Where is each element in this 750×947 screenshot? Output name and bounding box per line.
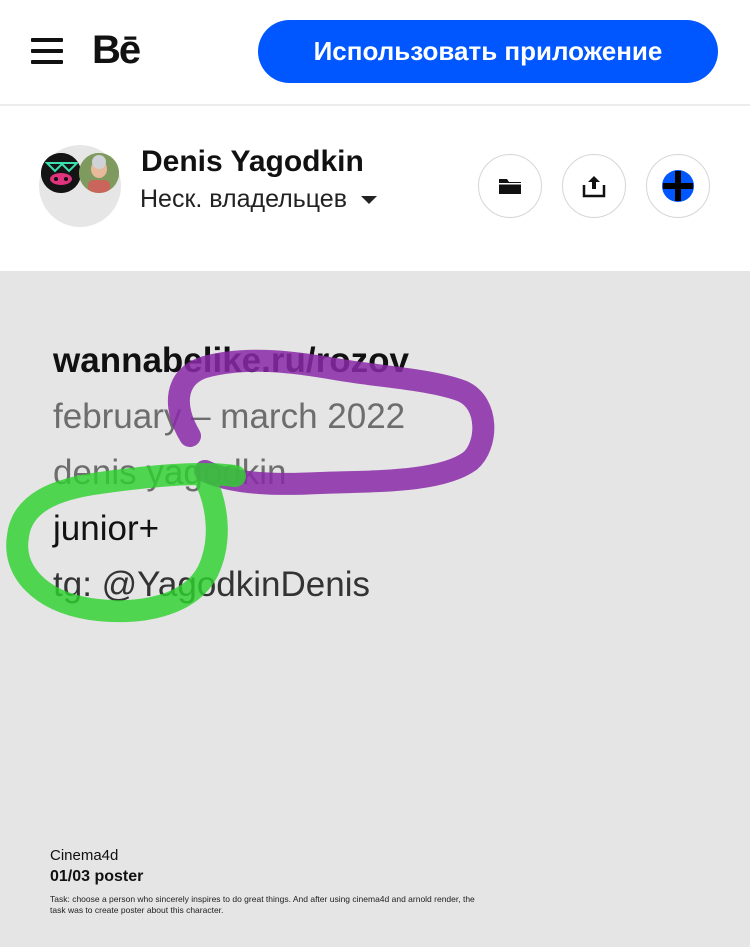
- owners-label: Неск. владельцев: [140, 185, 347, 213]
- poster-part-text: 01/03 poster: [50, 868, 144, 885]
- folder-icon: [499, 179, 521, 194]
- project-poster-image[interactable]: wannabelike.ru/rozov february – march 20…: [0, 271, 750, 947]
- avatar: [79, 153, 119, 193]
- poster-author-text: denis yagodkin: [53, 453, 287, 492]
- use-app-button[interactable]: Использовать приложение: [258, 20, 718, 83]
- share-button[interactable]: [562, 154, 626, 218]
- poster-url-text: wannabelike.ru/rozov: [53, 341, 409, 380]
- follow-button[interactable]: [646, 154, 710, 218]
- poster-telegram-text: tg: @YagodkinDenis: [53, 565, 370, 604]
- share-icon: [582, 176, 606, 198]
- owner-avatars[interactable]: [39, 145, 121, 232]
- multiple-owners-dropdown[interactable]: Неск. владельцев: [140, 185, 377, 214]
- add-icon: [662, 170, 694, 202]
- caret-down-icon: [360, 195, 377, 204]
- poster-date-text: february – march 2022: [53, 397, 406, 436]
- software-text: Cinema4d: [50, 847, 119, 864]
- owner-name[interactable]: Denis Yagodkin: [141, 145, 364, 179]
- top-bar: Bē Использовать приложение: [0, 0, 750, 106]
- poster-level-text: junior+: [53, 509, 160, 548]
- behance-logo[interactable]: Bē: [92, 28, 141, 73]
- avatar: [41, 153, 81, 193]
- project-owner-bar: Denis Yagodkin Неск. владельцев: [0, 107, 750, 271]
- save-to-collection-button[interactable]: [478, 154, 542, 218]
- hamburger-menu-icon[interactable]: [31, 38, 63, 64]
- task-description-text: Task: choose a person who sincerely insp…: [50, 894, 475, 915]
